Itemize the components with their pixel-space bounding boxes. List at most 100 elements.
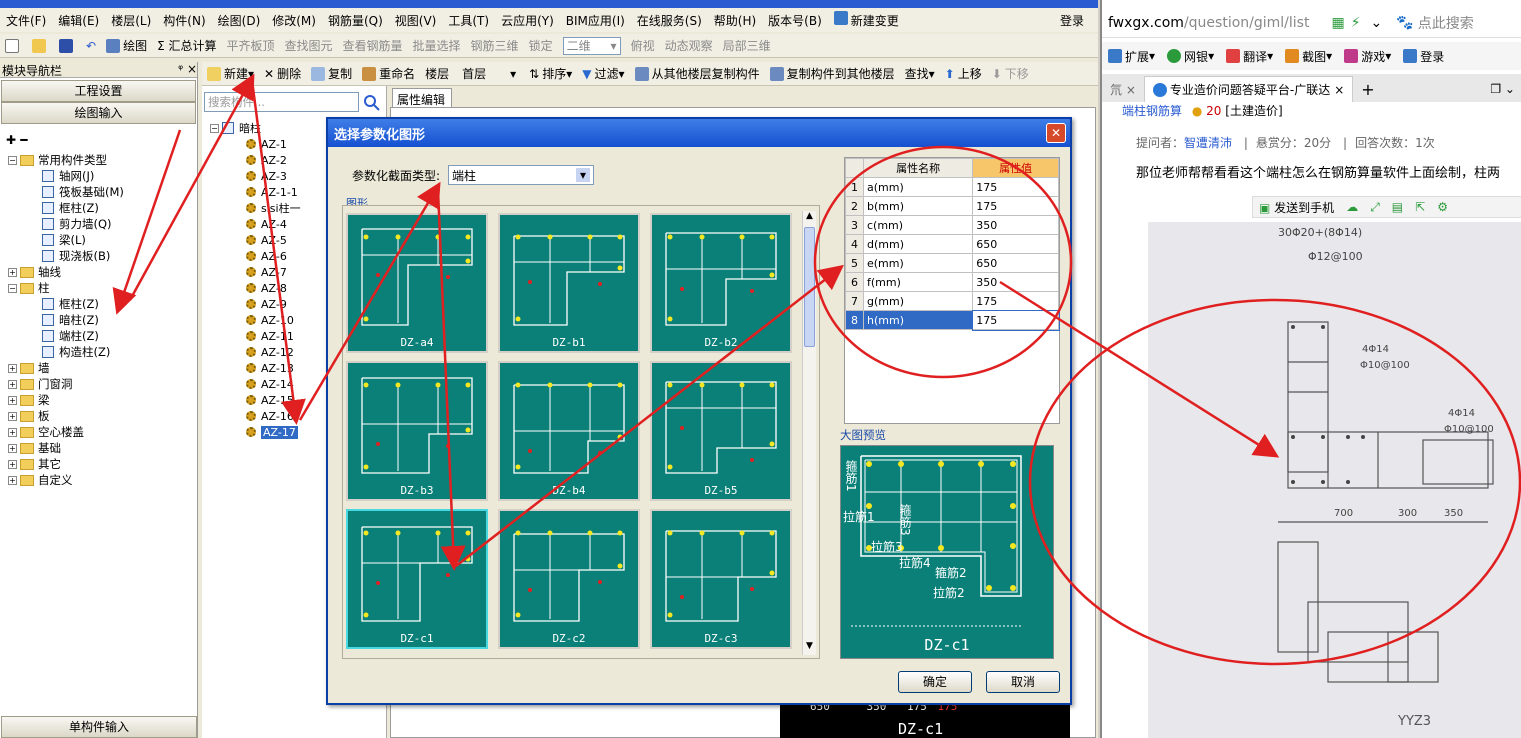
collapse-icon[interactable]: − <box>8 283 17 293</box>
view-rebar-button[interactable]: 查看钢筋量 <box>338 37 408 54</box>
open-folder-icon[interactable] <box>27 38 54 53</box>
tree-node-axis[interactable]: + 轴线 <box>8 264 197 280</box>
search-icon[interactable] <box>361 92 383 112</box>
expand-icon[interactable]: + <box>8 379 17 389</box>
batch-select-button[interactable]: 批量选择 <box>408 37 466 54</box>
draw-button[interactable]: 绘图 <box>101 37 152 54</box>
tree-node-column[interactable]: − 柱 <box>8 280 197 296</box>
tree-item-slab[interactable]: 现浇板(B) <box>8 248 197 264</box>
attr-value-cell[interactable]: 175 <box>972 291 1059 311</box>
component-item[interactable]: AZ-8 <box>210 280 301 296</box>
component-item[interactable]: sisi柱一 <box>210 200 301 216</box>
copy-button[interactable]: 复制 <box>306 65 357 82</box>
tree-item-shear-wall[interactable]: 剪力墙(Q) <box>8 216 197 232</box>
menu-view[interactable]: 视图(V) <box>389 12 443 29</box>
expand-icon[interactable]: + <box>8 411 17 421</box>
tree-node-wall[interactable]: + 墙 <box>8 360 197 376</box>
component-item[interactable]: AZ-1 <box>210 136 301 152</box>
tree-node-beam[interactable]: + 梁 <box>8 392 197 408</box>
menu-component[interactable]: 构件(N) <box>157 12 211 29</box>
table-row[interactable]: 4 d(mm) 650 <box>845 234 1059 254</box>
save-icon[interactable] <box>54 38 81 53</box>
copy-from-floor-button[interactable]: 从其他楼层复制构件 <box>630 65 765 82</box>
shape-tile[interactable]: DZ-b3 <box>346 361 488 501</box>
move-up-button[interactable]: ⬆ 上移 <box>940 65 987 82</box>
screenshot-button[interactable]: 截图 ▾ <box>1279 48 1338 65</box>
translate-button[interactable]: 翻译 ▾ <box>1220 48 1279 65</box>
find-button[interactable]: 查找 ▾ <box>900 65 940 82</box>
sort-button[interactable]: ⇅ 排序 ▾ <box>524 65 577 82</box>
shape-tile[interactable]: DZ-b1 <box>498 213 640 353</box>
scroll-thumb[interactable] <box>804 227 815 347</box>
component-item[interactable]: AZ-1-1 <box>210 184 301 200</box>
component-item[interactable]: AZ-9 <box>210 296 301 312</box>
undo-icon[interactable]: ↶ <box>81 39 101 53</box>
menu-help[interactable]: 帮助(H) <box>708 12 762 29</box>
floor-select[interactable]: 首层 ▾ <box>454 65 524 83</box>
table-row[interactable]: 6 f(mm) 350 <box>845 272 1059 292</box>
menu-floor[interactable]: 楼层(L) <box>105 12 157 29</box>
project-settings-button[interactable]: 工程设置 <box>1 80 196 102</box>
component-item[interactable]: AZ-7 <box>210 264 301 280</box>
qr-icon[interactable]: ▦ <box>1331 15 1344 31</box>
login-link[interactable]: 登录 <box>1054 12 1090 29</box>
menu-draw[interactable]: 绘图(D) <box>212 12 267 29</box>
menu-tools[interactable]: 工具(T) <box>442 12 495 29</box>
component-item[interactable]: AZ-11 <box>210 328 301 344</box>
tree-item-hidden-column[interactable]: 暗柱(Z) <box>8 312 197 328</box>
collapse-icon[interactable]: − <box>8 155 17 165</box>
settings-gear-icon[interactable]: ⚙ <box>1431 200 1454 214</box>
tree-node-slab[interactable]: + 板 <box>8 408 197 424</box>
cancel-button[interactable]: 取消 <box>986 671 1060 693</box>
expand-icon[interactable]: + <box>8 443 17 453</box>
table-row[interactable]: 5 e(mm) 650 <box>845 253 1059 273</box>
gallery-scrollbar[interactable]: ▲ ▼ <box>802 211 816 655</box>
sum-calc-button[interactable]: Σ 汇总计算 <box>152 37 221 54</box>
lock-button[interactable]: 锁定 <box>524 37 558 54</box>
view-2d-select[interactable]: 二维 ▾ <box>558 36 626 55</box>
tree-root-hidden-column[interactable]: − 暗柱 <box>210 120 301 136</box>
component-item[interactable]: AZ-6 <box>210 248 301 264</box>
tab-property-edit[interactable]: 属性编辑 <box>392 88 452 108</box>
local-3d-button[interactable]: 局部三维 <box>718 37 776 54</box>
tab-close-icon[interactable]: × <box>1334 83 1344 97</box>
browser-login-button[interactable]: 登录 <box>1397 48 1450 65</box>
attr-value-cell[interactable]: 175 <box>971 309 1060 331</box>
table-row[interactable]: 3 c(mm) 350 <box>845 215 1059 235</box>
tree-node-custom[interactable]: + 自定义 <box>8 472 197 488</box>
tab-previous[interactable]: 氘 × <box>1102 76 1144 102</box>
shape-tile[interactable]: DZ-c3 <box>650 509 792 649</box>
games-button[interactable]: 游戏 ▾ <box>1338 48 1397 65</box>
shape-tile[interactable]: DZ-c2 <box>498 509 640 649</box>
attr-value-cell[interactable]: 650 <box>972 253 1059 273</box>
cloud-icon[interactable]: ☁ <box>1340 200 1364 214</box>
component-item[interactable]: AZ-15 <box>210 392 301 408</box>
expand-icon[interactable]: + <box>8 475 17 485</box>
component-item[interactable]: AZ-13 <box>210 360 301 376</box>
tree-item-raft[interactable]: 筏板基础(M) <box>8 184 197 200</box>
tree-node-common[interactable]: − 常用构件类型 <box>8 152 197 168</box>
new-component-button[interactable]: 新建 ▾ <box>202 65 259 82</box>
shape-tile[interactable]: DZ-a4 <box>346 213 488 353</box>
component-item[interactable]: AZ-3 <box>210 168 301 184</box>
menu-online[interactable]: 在线服务(S) <box>631 12 708 29</box>
table-row[interactable]: 7 g(mm) 175 <box>845 291 1059 311</box>
delete-button[interactable]: ✕ 删除 <box>259 65 306 82</box>
component-item[interactable]: AZ-14 <box>210 376 301 392</box>
attr-value-cell[interactable]: 175 <box>972 177 1059 197</box>
restore-tabs-icon[interactable]: ❐ ⌄ <box>1482 76 1521 102</box>
component-item[interactable]: AZ-5 <box>210 232 301 248</box>
tree-node-foundation[interactable]: + 基础 <box>8 440 197 456</box>
component-search-input[interactable]: 搜索构件... <box>204 92 359 112</box>
tree-node-other[interactable]: + 其它 <box>8 456 197 472</box>
share-icon[interactable]: ⇱ <box>1409 200 1431 214</box>
component-item[interactable]: AZ-2 <box>210 152 301 168</box>
expand-icon[interactable]: + <box>8 427 17 437</box>
rebar-3d-button[interactable]: 钢筋三维 <box>466 37 524 54</box>
menu-bim[interactable]: BIM应用(I) <box>560 12 631 29</box>
expand-collapse-icons[interactable]: ✚ ━ <box>0 128 197 152</box>
align-slab-top-button[interactable]: 平齐板顶 <box>221 37 279 54</box>
browser-search-hint[interactable]: 点此搜索 <box>1418 13 1474 33</box>
address-bar[interactable]: fwxgx.com/question/giml/list ▦ ⚡ ⌄ 🐾 点此搜… <box>1102 8 1521 38</box>
table-row[interactable]: 2 b(mm) 175 <box>845 196 1059 216</box>
